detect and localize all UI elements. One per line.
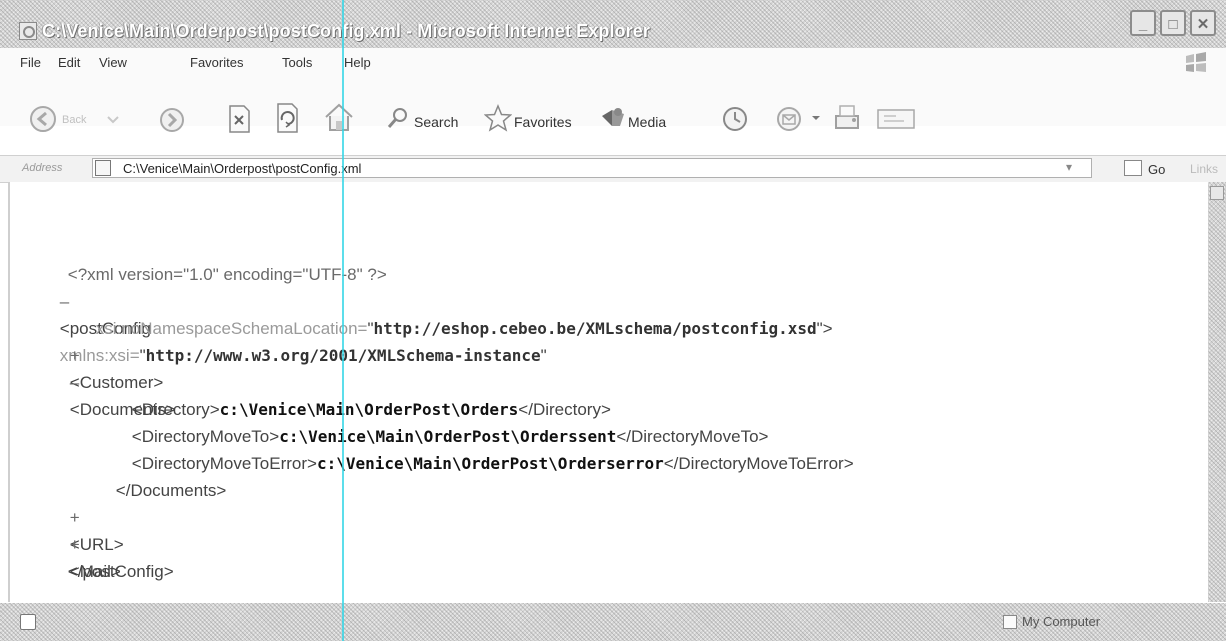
root-close-line: </postConfig>	[67, 562, 174, 581]
directory-movetoerror-value: c:\Venice\Main\OrderPost\Orderserror	[316, 454, 664, 473]
go-arrow-icon[interactable]	[1124, 160, 1142, 176]
toolbar: Back Search Favorites Media	[0, 78, 1226, 133]
print-icon[interactable]	[832, 102, 862, 134]
go-button[interactable]: Go	[1148, 162, 1165, 177]
search-icon[interactable]	[386, 106, 410, 130]
favorites-label[interactable]: Favorites	[514, 114, 572, 130]
address-input[interactable]: C:\Venice\Main\Orderpost\postConfig.xml	[123, 161, 361, 176]
schema-location-value: http://eshop.cebeo.be/XMLschema/postconf…	[373, 319, 817, 338]
media-label[interactable]: Media	[628, 114, 666, 130]
back-dropdown-icon[interactable]	[105, 106, 121, 132]
home-icon[interactable]	[322, 100, 356, 134]
page-icon	[95, 160, 111, 176]
back-icon[interactable]	[28, 104, 58, 134]
collapse-toggle[interactable]: –	[70, 373, 79, 392]
mail-dropdown-icon[interactable]	[810, 112, 822, 124]
menu-bar: File Edit View Favorites Tools Help	[0, 48, 1226, 78]
refresh-icon[interactable]	[274, 102, 300, 134]
favorites-icon[interactable]	[484, 104, 512, 132]
edit-icon[interactable]	[876, 104, 918, 132]
address-field[interactable]: C:\Venice\Main\Orderpost\postConfig.xml	[92, 158, 1092, 178]
menu-edit[interactable]: Edit	[58, 55, 80, 70]
windows-logo-icon	[1186, 52, 1206, 72]
menu-tools[interactable]: Tools	[282, 55, 312, 70]
close-button[interactable]: ✕	[1190, 10, 1216, 36]
maximize-button[interactable]: □	[1160, 10, 1186, 36]
address-dropdown-icon[interactable]: ▾	[1066, 160, 1072, 174]
scan-line-artifact	[342, 0, 344, 641]
browser-window: C:\Venice\Main\Orderpost\postConfig.xml …	[0, 0, 1226, 641]
minimize-button[interactable]: _	[1130, 10, 1156, 36]
ie-app-icon[interactable]	[19, 22, 37, 40]
computer-zone-icon	[1003, 615, 1017, 629]
menu-favorites[interactable]: Favorites	[190, 55, 243, 70]
window-title: C:\Venice\Main\Orderpost\postConfig.xml …	[42, 21, 650, 41]
status-bar: My Computer	[0, 603, 1226, 641]
scroll-up-button[interactable]	[1210, 186, 1224, 200]
address-bar: Address C:\Venice\Main\Orderpost\postCon…	[0, 155, 1226, 183]
history-icon[interactable]	[720, 104, 750, 134]
title-bar[interactable]: C:\Venice\Main\Orderpost\postConfig.xml …	[0, 0, 1226, 48]
menu-view[interactable]: View	[99, 55, 127, 70]
search-label[interactable]: Search	[414, 114, 458, 130]
links-button[interactable]: Links	[1190, 162, 1218, 176]
security-zone: My Computer	[1022, 614, 1101, 629]
page-status-icon	[20, 614, 36, 630]
xml-content: <?xml version="1.0" encoding="UTF-8" ?> …	[8, 182, 1210, 602]
stop-icon[interactable]	[226, 104, 252, 134]
forward-icon[interactable]	[158, 106, 186, 134]
menu-help[interactable]: Help	[344, 55, 371, 70]
mail-icon[interactable]	[774, 104, 804, 134]
back-label[interactable]: Back	[62, 114, 86, 126]
address-label: Address	[22, 162, 63, 174]
vertical-scrollbar[interactable]	[1208, 182, 1226, 602]
menu-file[interactable]: File	[20, 55, 41, 70]
media-icon[interactable]	[600, 104, 626, 130]
